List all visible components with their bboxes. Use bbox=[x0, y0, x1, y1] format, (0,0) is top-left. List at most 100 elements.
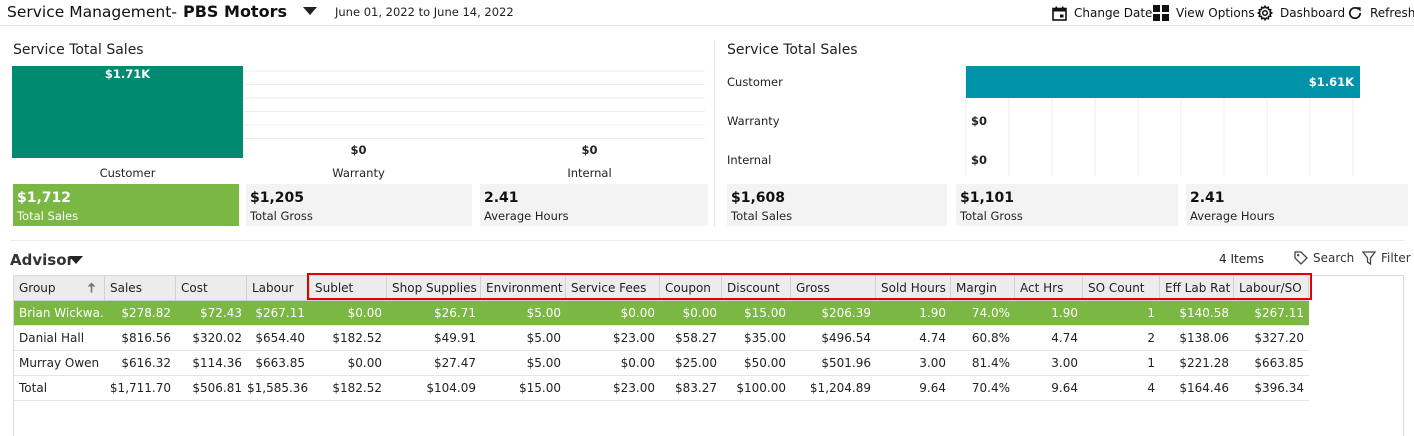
right-sales-chart: Customer $1.61K Warranty $0 Internal $0 bbox=[727, 66, 1360, 176]
left-sales-chart: $1.71K Customer $0 Warranty $0 Internal bbox=[12, 66, 705, 180]
category-label: Warranty bbox=[332, 166, 385, 180]
item-count: 4 Items bbox=[1219, 252, 1265, 266]
kpi-total-sales-left: $1,712 Total Sales bbox=[13, 184, 239, 226]
column-header-cost[interactable]: Cost bbox=[176, 276, 247, 300]
table-cell: $206.39 bbox=[821, 306, 871, 320]
table-cell: $100.00 bbox=[736, 381, 786, 395]
category-label: Customer bbox=[100, 166, 156, 180]
filter-button[interactable]: Filter bbox=[1362, 251, 1411, 265]
column-header-labour[interactable]: Labour bbox=[247, 276, 310, 300]
table-cell: Murray Owen bbox=[19, 356, 100, 370]
view-options-label: View Options bbox=[1176, 6, 1255, 20]
change-date-label: Change Date bbox=[1074, 6, 1153, 20]
table-cell: $663.85 bbox=[255, 356, 305, 370]
view-options-button[interactable]: View Options bbox=[1153, 3, 1255, 23]
table-cell: 9.64 bbox=[919, 381, 946, 395]
table-cell: $5.00 bbox=[526, 356, 561, 370]
dashboard-button[interactable]: Dashboard bbox=[1257, 3, 1345, 23]
table-cell: 1 bbox=[1147, 306, 1155, 320]
page-title: Service Management- bbox=[7, 3, 177, 21]
column-label: Group bbox=[19, 281, 56, 295]
table-cell: $506.81 bbox=[192, 381, 242, 395]
table-cell: $0.00 bbox=[620, 306, 655, 320]
category-label: Internal bbox=[727, 153, 771, 167]
highlight-box bbox=[307, 273, 1312, 300]
grid-view-icon bbox=[1153, 5, 1169, 21]
chevron-down-icon[interactable] bbox=[303, 7, 317, 15]
table-cell: $0.00 bbox=[682, 306, 717, 320]
search-label: Search bbox=[1313, 251, 1355, 265]
refresh-button[interactable]: Refresh bbox=[1347, 3, 1414, 23]
table-cell: Brian Wickwa... bbox=[19, 306, 105, 320]
table-cell: $182.52 bbox=[332, 331, 382, 345]
table-cell: $816.56 bbox=[121, 331, 171, 345]
table-cell: $1,585.36 bbox=[247, 381, 309, 395]
table-cell: $267.11 bbox=[1254, 306, 1304, 320]
gear-icon bbox=[1257, 5, 1273, 21]
table-cell: $140.58 bbox=[1179, 306, 1229, 320]
search-button[interactable]: Search bbox=[1294, 251, 1354, 265]
data-label: $0 bbox=[581, 143, 597, 157]
table-cell: 4 bbox=[1147, 381, 1155, 395]
calendar-icon bbox=[1052, 6, 1067, 21]
dealer-selector[interactable]: PBS Motors bbox=[183, 2, 287, 21]
column-header-group[interactable]: Group bbox=[14, 276, 105, 300]
top-header: Service Management- PBS Motors June 01, … bbox=[0, 0, 1414, 26]
dashboard-label: Dashboard bbox=[1280, 6, 1346, 20]
category-label: Warranty bbox=[727, 114, 780, 128]
table-row[interactable]: Brian Wickwa... $278.82 $72.43 $267.11 $0.00… bbox=[14, 301, 1309, 326]
filter-label: Filter bbox=[1381, 251, 1411, 265]
kpi-total-gross-right: $1,101 Total Gross bbox=[956, 184, 1178, 226]
kpi-label: Average Hours bbox=[484, 209, 569, 223]
table-cell: 1.90 bbox=[1051, 306, 1078, 320]
table-cell: $496.54 bbox=[821, 331, 871, 345]
sort-arrow-up-icon bbox=[87, 282, 96, 293]
kpi-total-sales-right: $1,608 Total Sales bbox=[727, 184, 947, 226]
tag-icon bbox=[1294, 251, 1308, 265]
table-cell: $23.00 bbox=[613, 381, 655, 395]
data-label: $1.71K bbox=[105, 67, 151, 81]
data-label: $0 bbox=[350, 143, 366, 157]
table-cell: $5.00 bbox=[526, 331, 561, 345]
table-cell: 9.64 bbox=[1051, 381, 1078, 395]
table-cell: $320.02 bbox=[192, 331, 242, 345]
panel-divider bbox=[714, 40, 715, 226]
table-cell: $50.00 bbox=[744, 356, 786, 370]
date-range: June 01, 2022 to June 14, 2022 bbox=[335, 5, 514, 19]
table-cell: $83.27 bbox=[675, 381, 717, 395]
table-cell: $138.06 bbox=[1179, 331, 1229, 345]
kpi-value: $1,205 bbox=[250, 190, 305, 206]
kpi-label: Total Sales bbox=[17, 209, 79, 223]
data-label: $0 bbox=[971, 153, 987, 167]
kpi-label: Total Gross bbox=[250, 209, 313, 223]
total-row[interactable]: Total $1,711.70 $506.81 $1,585.36 $182.52 $10… bbox=[14, 376, 1309, 401]
table-cell: $25.00 bbox=[675, 356, 717, 370]
table-cell: 3.00 bbox=[1051, 356, 1078, 370]
table-cell: 74.0% bbox=[971, 306, 1010, 320]
change-date-button[interactable]: Change Date bbox=[1052, 3, 1152, 23]
table-cell: 81.4% bbox=[971, 356, 1010, 370]
table-cell: $1,711.70 bbox=[109, 381, 171, 395]
column-header-sales[interactable]: Sales bbox=[105, 276, 176, 300]
table-cell: $23.00 bbox=[613, 331, 655, 345]
kpi-value: $1,101 bbox=[960, 190, 1015, 206]
table-row[interactable]: Danial Hall $816.56 $320.02 $654.40 $182.52 $… bbox=[14, 326, 1309, 351]
table-cell: $58.27 bbox=[675, 331, 717, 345]
table-cell: $27.47 bbox=[434, 356, 476, 370]
advisor-title[interactable]: Advisor bbox=[10, 251, 74, 269]
table-cell: $15.00 bbox=[744, 306, 786, 320]
kpi-label: Total Sales bbox=[731, 209, 793, 223]
table-cell: $396.34 bbox=[1254, 381, 1304, 395]
table-row[interactable]: Murray Owen $616.32 $114.36 $663.85 $0.00 $27… bbox=[14, 351, 1309, 376]
table-cell: $267.11 bbox=[255, 306, 305, 320]
table-cell: 60.8% bbox=[971, 331, 1010, 345]
table-cell: Total bbox=[19, 381, 48, 395]
kpi-label: Average Hours bbox=[1190, 209, 1275, 223]
table-cell: $164.46 bbox=[1179, 381, 1229, 395]
table-cell: $72.43 bbox=[200, 306, 242, 320]
table-cell: $114.36 bbox=[192, 356, 242, 370]
kpi-label: Total Gross bbox=[960, 209, 1023, 223]
refresh-icon bbox=[1348, 6, 1362, 20]
chevron-down-icon[interactable] bbox=[69, 256, 83, 264]
section-divider bbox=[10, 240, 1404, 241]
